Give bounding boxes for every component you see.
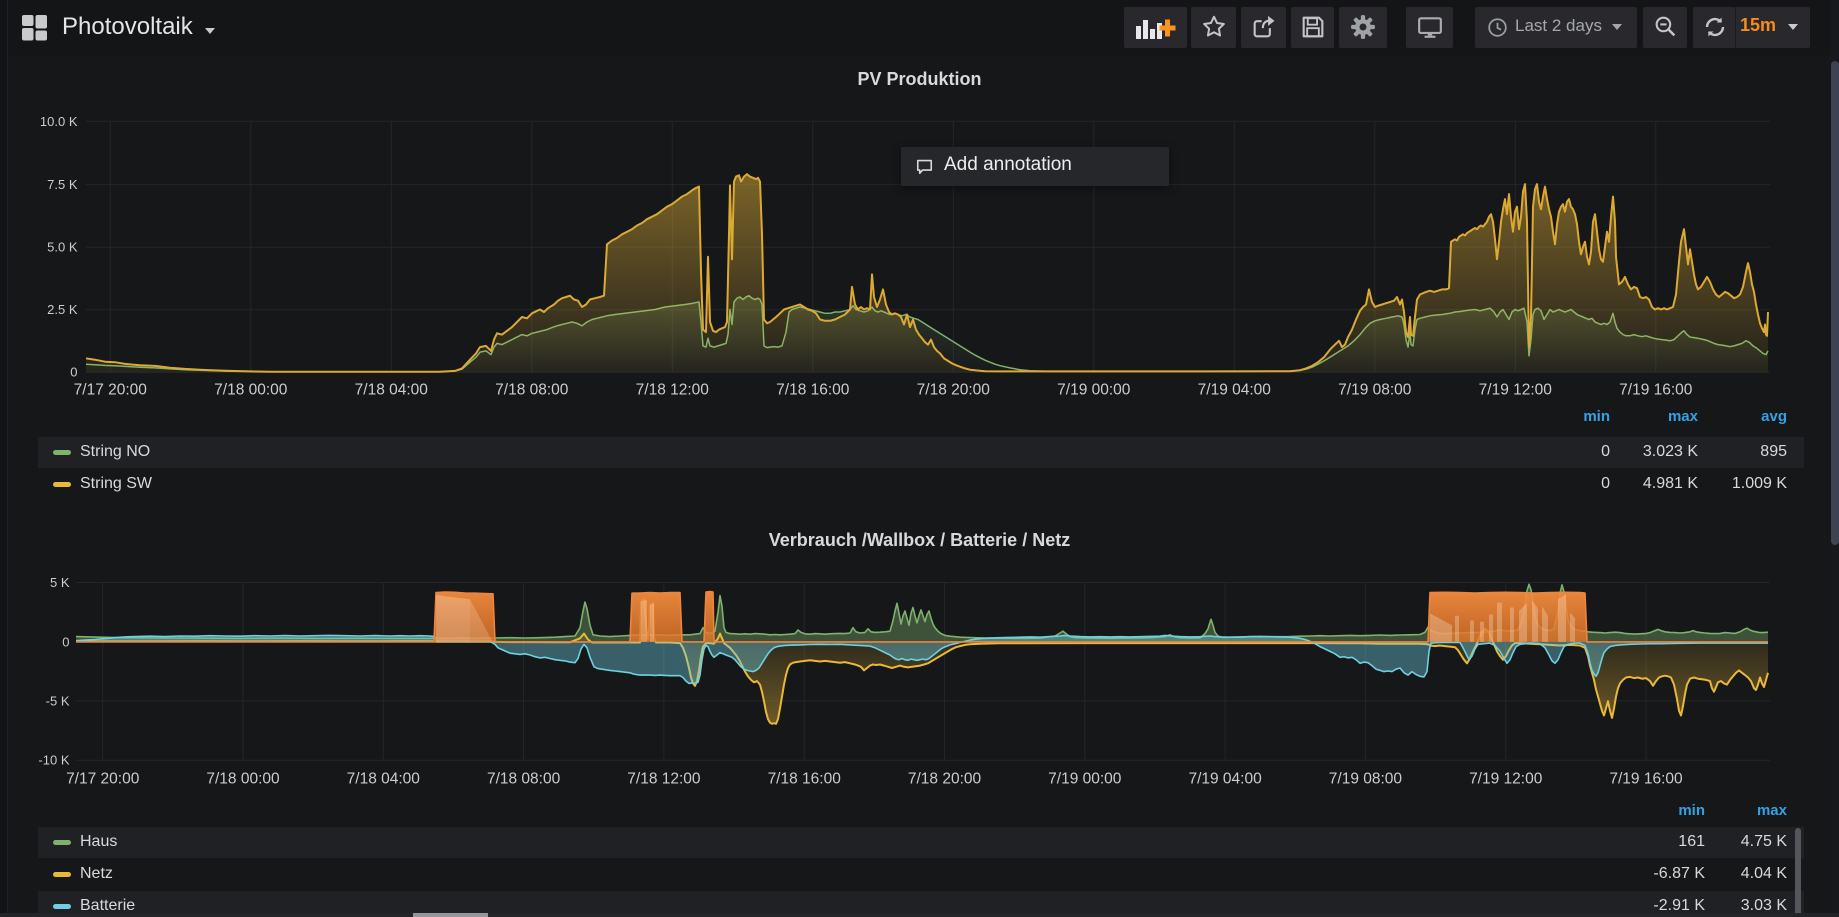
svg-text:7/17 20:00: 7/17 20:00 <box>66 771 140 788</box>
svg-text:7.5 K: 7.5 K <box>47 177 78 192</box>
svg-text:0: 0 <box>62 634 69 649</box>
svg-text:7/19 12:00: 7/19 12:00 <box>1469 771 1543 788</box>
svg-text:-10 K: -10 K <box>38 753 69 768</box>
svg-text:7/18 00:00: 7/18 00:00 <box>206 771 280 788</box>
svg-text:10.0 K: 10.0 K <box>40 114 78 129</box>
svg-text:7/19 16:00: 7/19 16:00 <box>1619 382 1693 399</box>
svg-text:7/18 08:00: 7/18 08:00 <box>487 771 561 788</box>
svg-text:7/19 00:00: 7/19 00:00 <box>1048 771 1122 788</box>
svg-text:7/18 12:00: 7/18 12:00 <box>627 771 701 788</box>
svg-text:7/18 20:00: 7/18 20:00 <box>917 382 991 399</box>
svg-text:7/19 08:00: 7/19 08:00 <box>1329 771 1403 788</box>
svg-text:7/19 00:00: 7/19 00:00 <box>1057 382 1131 399</box>
svg-text:7/18 16:00: 7/18 16:00 <box>776 382 850 399</box>
svg-text:7/18 04:00: 7/18 04:00 <box>355 382 429 399</box>
svg-text:7/19 08:00: 7/19 08:00 <box>1338 382 1412 399</box>
svg-text:7/19 04:00: 7/19 04:00 <box>1188 771 1262 788</box>
svg-text:7/18 20:00: 7/18 20:00 <box>908 771 982 788</box>
svg-text:7/19 04:00: 7/19 04:00 <box>1198 382 1272 399</box>
svg-text:7/19 12:00: 7/19 12:00 <box>1479 382 1553 399</box>
svg-text:-5 K: -5 K <box>46 693 70 708</box>
svg-text:2.5 K: 2.5 K <box>47 302 78 317</box>
svg-text:7/18 08:00: 7/18 08:00 <box>495 382 569 399</box>
svg-text:7/18 00:00: 7/18 00:00 <box>214 382 288 399</box>
svg-text:0: 0 <box>70 365 77 380</box>
svg-text:5.0 K: 5.0 K <box>47 240 78 255</box>
svg-text:5 K: 5 K <box>50 575 70 590</box>
svg-text:7/17 20:00: 7/17 20:00 <box>74 382 148 399</box>
svg-text:7/18 04:00: 7/18 04:00 <box>347 771 421 788</box>
svg-text:7/19 16:00: 7/19 16:00 <box>1609 771 1683 788</box>
svg-text:7/18 16:00: 7/18 16:00 <box>768 771 842 788</box>
svg-text:7/18 12:00: 7/18 12:00 <box>636 382 710 399</box>
